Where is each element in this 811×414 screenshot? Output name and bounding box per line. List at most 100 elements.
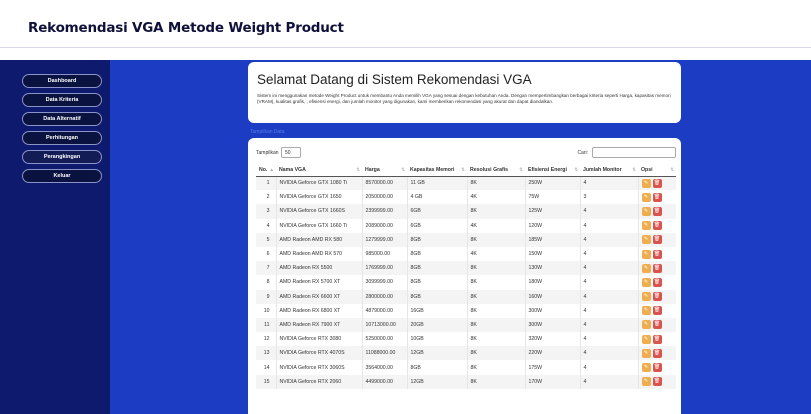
search-input[interactable] <box>592 147 676 158</box>
cell-no: 11 <box>256 317 277 333</box>
cell-resolusi-grafis: 8K <box>467 303 526 318</box>
edit-icon[interactable]: ✎ <box>641 334 651 344</box>
trash-icon[interactable]: 🗑 <box>652 277 662 287</box>
edit-icon[interactable]: ✎ <box>641 292 651 302</box>
edit-icon[interactable]: ✎ <box>641 363 651 373</box>
col-header-nama[interactable]: Nama VGA ⇅ <box>276 164 362 177</box>
edit-icon[interactable]: ✎ <box>641 235 651 245</box>
cell-jumlah-monitor: 4 <box>580 176 639 191</box>
trash-icon[interactable]: 🗑 <box>652 221 662 231</box>
cell-jumlah-monitor: 4 <box>580 317 639 333</box>
edit-icon[interactable]: ✎ <box>641 306 651 316</box>
cell-no: 7 <box>256 261 277 276</box>
edit-icon[interactable]: ✎ <box>641 221 651 231</box>
cell-nama-vga: NVIDIA Geforce RTX 2060 <box>276 374 363 389</box>
cell-opsi: ✎ 🗑 <box>638 289 676 304</box>
cell-resolusi-grafis: 8K <box>467 346 526 361</box>
cell-harga: 1769999.00 <box>362 261 408 276</box>
cell-jumlah-monitor: 4 <box>580 246 639 262</box>
trash-icon[interactable]: 🗑 <box>652 334 662 344</box>
sort-icon: ▲ <box>269 167 274 172</box>
col-header-resolusi[interactable]: Resolusi Grafis ⇅ <box>467 164 525 177</box>
cell-efisiensi-energi: 170W <box>525 374 581 389</box>
edit-icon[interactable]: ✎ <box>641 348 651 358</box>
sort-icon: ⇅ <box>632 167 636 172</box>
table-row: 14 NVIDIA Geforce RTX 3060S 3564000.00 8GB 8… <box>256 360 676 375</box>
trash-icon[interactable]: 🗑 <box>652 348 662 358</box>
cell-jumlah-monitor: 4 <box>580 218 639 233</box>
cell-nama-vga: AMD Radeon RX 5700 XT <box>276 275 363 290</box>
table-row: 7 AMD Radeon RX 5500 1769999.00 8GB 8K 130W 4 ✎… <box>256 261 676 276</box>
cell-nama-vga: AMD Radeon AMD RX 580 <box>276 232 363 247</box>
trash-icon[interactable]: 🗑 <box>652 320 662 330</box>
cell-no: 5 <box>256 232 277 247</box>
trash-icon[interactable]: 🗑 <box>652 206 662 216</box>
edit-icon[interactable]: ✎ <box>641 320 651 330</box>
trash-icon[interactable]: 🗑 <box>652 235 662 245</box>
trash-icon[interactable]: 🗑 <box>652 249 662 259</box>
sidebar-item-perangkingan[interactable]: Perangkingan <box>22 150 102 164</box>
cell-harga: 985000.00 <box>362 246 408 262</box>
sidebar-item-dashboard[interactable]: Dashboard <box>22 74 102 88</box>
table-row: 6 AMD Radeon AMD RX 570 985000.00 8GB 4K 150W… <box>256 246 676 262</box>
cell-no: 1 <box>256 176 277 191</box>
edit-icon[interactable]: ✎ <box>641 249 651 259</box>
col-header-no[interactable]: No. ▲ <box>256 164 276 177</box>
cell-resolusi-grafis: 8K <box>467 332 526 347</box>
cell-opsi: ✎ 🗑 <box>638 275 676 289</box>
table-row: 3 NVIDIA Geforce GTX 1660S 2399999.00 6GB 8K… <box>256 204 676 219</box>
cell-nama-vga: AMD Radeon RX 5500 <box>276 261 363 276</box>
sidebar-item-perhitungan[interactable]: Perhitungan <box>22 131 102 145</box>
cell-resolusi-grafis: 4K <box>467 246 526 262</box>
cell-harga: 3564000.00 <box>362 360 408 375</box>
col-header-efisiensi[interactable]: Efisiensi Energi ⇅ <box>525 164 580 177</box>
cell-jumlah-monitor: 4 <box>580 332 639 347</box>
cell-jumlah-monitor: 4 <box>580 303 639 318</box>
cell-no: 4 <box>256 218 277 233</box>
sidebar-item-keluar[interactable]: Keluar <box>22 169 102 183</box>
cell-opsi: ✎ 🗑 <box>638 219 676 233</box>
trash-icon[interactable]: 🗑 <box>652 377 662 387</box>
trash-icon[interactable]: 🗑 <box>652 363 662 373</box>
cell-opsi: ✎ 🗑 <box>638 190 676 204</box>
cell-resolusi-grafis: 8K <box>467 289 526 304</box>
cell-harga: 5250000.00 <box>362 332 408 347</box>
cell-nama-vga: NVIDIA Geforce RTX 3060S <box>276 360 363 375</box>
trash-icon[interactable]: 🗑 <box>652 178 662 188</box>
cell-kapasitas-memori: 8GB <box>407 246 468 262</box>
trash-icon[interactable]: 🗑 <box>652 192 662 202</box>
sidebar-item-data-kriteria[interactable]: Data Kriteria <box>22 93 102 107</box>
cell-resolusi-grafis: 4K <box>467 218 526 233</box>
cell-nama-vga: AMD Radeon RX 6800 XT <box>276 303 363 318</box>
edit-icon[interactable]: ✎ <box>641 377 651 387</box>
sort-icon: ⇅ <box>670 167 674 172</box>
table-row: 2 NVIDIA Geforce GTX 1650 2050000.00 4 GB 4K… <box>256 190 676 205</box>
edit-icon[interactable]: ✎ <box>641 277 651 287</box>
col-header-memori[interactable]: Kapasitas Memori ⇅ <box>407 164 467 177</box>
edit-icon[interactable]: ✎ <box>641 178 651 188</box>
cell-nama-vga: NVIDIA Geforce RTX 4070S <box>276 346 363 361</box>
trash-icon[interactable]: 🗑 <box>652 306 662 316</box>
table-row: 5 AMD Radeon AMD RX 580 1279999.00 8GB 8K 185… <box>256 232 676 247</box>
col-header-monitor[interactable]: Jumlah Monitor ⇅ <box>580 164 638 177</box>
edit-icon[interactable]: ✎ <box>641 192 651 202</box>
trash-icon[interactable]: 🗑 <box>652 263 662 273</box>
show-data-link[interactable]: Tampilkan Data <box>250 129 284 135</box>
cell-resolusi-grafis: 8K <box>467 176 526 191</box>
cell-jumlah-monitor: 4 <box>580 374 639 389</box>
search-label: Cari: <box>577 150 588 156</box>
cell-harga: 8570000.00 <box>362 176 408 191</box>
edit-icon[interactable]: ✎ <box>641 206 651 216</box>
trash-icon[interactable]: 🗑 <box>652 292 662 302</box>
col-header-harga[interactable]: Harga ⇅ <box>362 164 407 177</box>
table-controls: Tampilkan 50 Cari: <box>256 147 676 159</box>
cell-kapasitas-memori: 11 GB <box>407 176 468 191</box>
edit-icon[interactable]: ✎ <box>641 263 651 273</box>
sidebar-item-data-alternatif[interactable]: Data Alternatif <box>22 112 102 126</box>
cell-efisiensi-energi: 175W <box>525 360 581 375</box>
table-header-row: No. ▲ Nama VGA ⇅ Harga ⇅ Kapasitas Memori ⇅ … <box>256 164 676 177</box>
table-row: 8 AMD Radeon RX 5700 XT 3099999.00 8GB 8K 180… <box>256 275 676 290</box>
sort-icon: ⇅ <box>519 167 523 172</box>
cell-nama-vga: AMD Radeon AMD RX 570 <box>276 246 363 262</box>
show-entries-select[interactable]: 50 <box>281 147 301 158</box>
